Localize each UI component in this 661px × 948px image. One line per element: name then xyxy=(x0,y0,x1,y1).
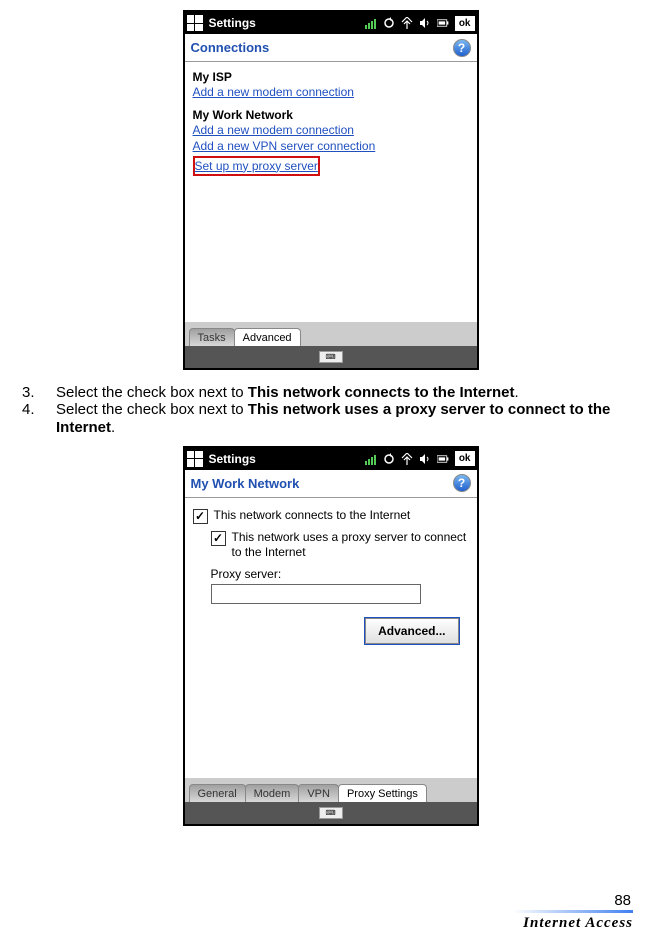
status-bar-left: Settings xyxy=(187,15,256,31)
tab-proxy-settings[interactable]: Proxy Settings xyxy=(338,784,427,802)
tab-modem[interactable]: Modem xyxy=(245,784,300,802)
window-title: My Work Network xyxy=(191,476,300,491)
instruction-step-4: 4. Select the check box next to This net… xyxy=(22,401,647,436)
page-number: 88 xyxy=(513,892,633,909)
windows-start-icon[interactable] xyxy=(187,15,203,31)
sync-icon[interactable] xyxy=(383,17,396,30)
proxy-server-input[interactable] xyxy=(211,584,421,604)
speaker-icon[interactable] xyxy=(419,17,432,30)
help-icon[interactable]: ? xyxy=(453,39,471,57)
checkbox-connects-internet[interactable]: ✓ xyxy=(193,509,208,524)
page-footer: 88 Internet Access xyxy=(513,892,633,932)
footer-divider xyxy=(513,910,633,913)
highlight-proxy-link: Set up my proxy server xyxy=(193,156,320,176)
tab-vpn[interactable]: VPN xyxy=(298,784,339,802)
title-bar: Connections ? xyxy=(185,34,477,62)
bottom-bar: ⌨ xyxy=(185,346,477,368)
step-text: Select the check box next to This networ… xyxy=(56,384,519,401)
tab-tasks[interactable]: Tasks xyxy=(189,328,235,346)
status-bar-right: ok xyxy=(365,451,475,466)
title-bar: My Work Network ? xyxy=(185,470,477,498)
tab-bar: Tasks Advanced xyxy=(185,322,477,346)
instruction-list: 3. Select the check box next to This net… xyxy=(0,384,661,436)
status-bar-left: Settings xyxy=(187,451,256,467)
connectivity-icon[interactable] xyxy=(365,452,378,465)
step-number: 3. xyxy=(22,384,36,401)
checkbox-label: This network uses a proxy server to conn… xyxy=(232,530,469,561)
bottom-bar: ⌨ xyxy=(185,802,477,824)
checkbox-row-proxy: ✓ This network uses a proxy server to co… xyxy=(211,530,469,561)
tab-bar: General Modem VPN Proxy Settings xyxy=(185,778,477,802)
keyboard-icon[interactable]: ⌨ xyxy=(319,807,343,819)
tab-advanced[interactable]: Advanced xyxy=(234,328,301,346)
status-bar: Settings ok xyxy=(185,12,477,34)
status-bar-right: ok xyxy=(365,16,475,31)
proxy-server-label: Proxy server: xyxy=(211,567,469,581)
battery-icon[interactable] xyxy=(437,17,450,30)
checkbox-row-internet: ✓ This network connects to the Internet xyxy=(193,508,469,524)
speaker-icon[interactable] xyxy=(419,452,432,465)
screenshot-proxy-settings: Settings ok My Work Network ? ✓ xyxy=(183,446,479,826)
windows-start-icon[interactable] xyxy=(187,451,203,467)
statusbar-title: Settings xyxy=(209,16,256,30)
screenshot-connections: Settings ok Connections ? My ISP Add xyxy=(183,10,479,370)
content-area-proxy: ✓ This network connects to the Internet … xyxy=(185,498,477,778)
chapter-title: Internet Access xyxy=(513,915,633,932)
advanced-row: Advanced... xyxy=(193,618,459,644)
checkbox-uses-proxy[interactable]: ✓ xyxy=(211,531,226,546)
step-text: Select the check box next to This networ… xyxy=(56,401,647,436)
status-bar: Settings ok xyxy=(185,448,477,470)
sync-icon[interactable] xyxy=(383,452,396,465)
instruction-step-3: 3. Select the check box next to This net… xyxy=(22,384,647,401)
content-area-connections: My ISP Add a new modem connection My Wor… xyxy=(185,62,477,322)
ok-button[interactable]: ok xyxy=(455,451,475,466)
help-icon[interactable]: ? xyxy=(453,474,471,492)
battery-icon[interactable] xyxy=(437,452,450,465)
ok-button[interactable]: ok xyxy=(455,16,475,31)
link-add-modem-work[interactable]: Add a new modem connection xyxy=(193,123,354,137)
link-add-modem-isp[interactable]: Add a new modem connection xyxy=(193,85,354,99)
signal-icon[interactable] xyxy=(401,17,414,30)
section-my-work-network: My Work Network xyxy=(193,108,469,122)
link-setup-proxy[interactable]: Set up my proxy server xyxy=(195,158,318,174)
advanced-button[interactable]: Advanced... xyxy=(365,618,458,644)
keyboard-icon[interactable]: ⌨ xyxy=(319,351,343,363)
statusbar-title: Settings xyxy=(209,452,256,466)
link-add-vpn[interactable]: Add a new VPN server connection xyxy=(193,139,376,153)
tab-general[interactable]: General xyxy=(189,784,246,802)
step-number: 4. xyxy=(22,401,36,418)
section-my-isp: My ISP xyxy=(193,70,469,84)
checkbox-label: This network connects to the Internet xyxy=(214,508,411,524)
connectivity-icon[interactable] xyxy=(365,17,378,30)
window-title: Connections xyxy=(191,40,270,55)
signal-icon[interactable] xyxy=(401,452,414,465)
